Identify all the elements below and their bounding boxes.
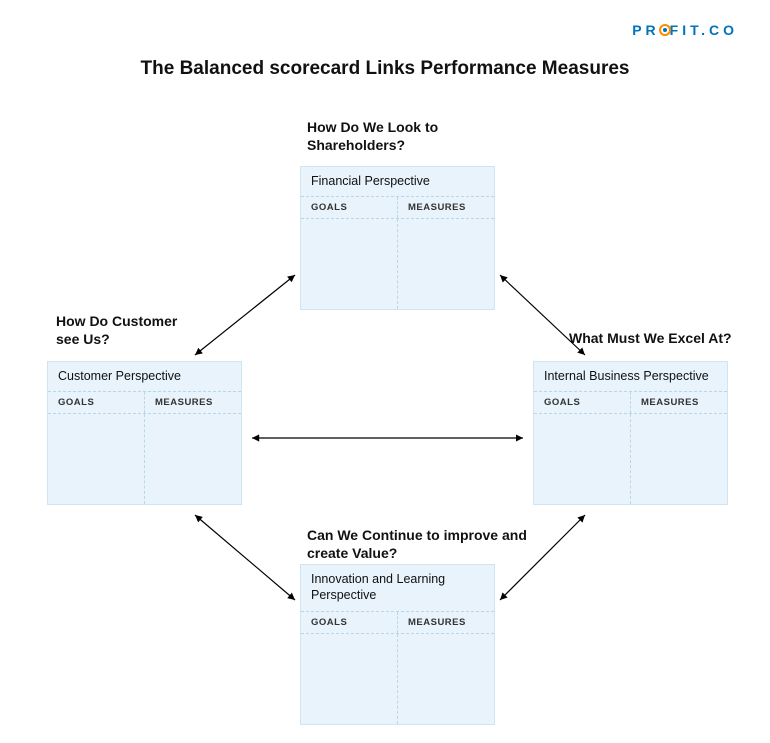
cell-measures xyxy=(145,414,241,504)
cell-measures xyxy=(631,414,727,504)
cell-goals xyxy=(48,414,145,504)
brand-text-post: FIT.CO xyxy=(670,22,738,38)
card-financial: Financial Perspective GOALS MEASURES xyxy=(300,166,495,310)
cell-goals xyxy=(301,219,398,309)
card-internal: Internal Business Perspective GOALS MEAS… xyxy=(533,361,728,505)
col-goals: GOALS xyxy=(301,612,398,633)
target-icon xyxy=(659,24,671,36)
card-innovation: Innovation and Learning Perspective GOAL… xyxy=(300,564,495,725)
col-goals: GOALS xyxy=(48,392,145,413)
col-measures: MEASURES xyxy=(398,197,494,218)
cell-goals xyxy=(301,634,398,724)
card-financial-title: Financial Perspective xyxy=(301,167,494,197)
question-innovation: Can We Continue to improve and create Va… xyxy=(307,526,527,562)
question-customer: How Do Customer see Us? xyxy=(56,312,196,348)
col-measures: MEASURES xyxy=(145,392,241,413)
col-measures: MEASURES xyxy=(398,612,494,633)
cell-measures xyxy=(398,219,494,309)
card-customer-title: Customer Perspective xyxy=(48,362,241,392)
brand-logo: PR FIT.CO xyxy=(632,22,738,38)
card-internal-title: Internal Business Perspective xyxy=(534,362,727,392)
brand-text-pre: PR xyxy=(632,22,659,38)
col-measures: MEASURES xyxy=(631,392,727,413)
col-goals: GOALS xyxy=(301,197,398,218)
question-financial: How Do We Look to Shareholders? xyxy=(307,118,527,154)
question-internal: What Must We Excel At? xyxy=(569,329,732,347)
cell-measures xyxy=(398,634,494,724)
col-goals: GOALS xyxy=(534,392,631,413)
card-customer: Customer Perspective GOALS MEASURES xyxy=(47,361,242,505)
page-title: The Balanced scorecard Links Performance… xyxy=(0,58,770,80)
cell-goals xyxy=(534,414,631,504)
card-innovation-title: Innovation and Learning Perspective xyxy=(301,565,494,612)
